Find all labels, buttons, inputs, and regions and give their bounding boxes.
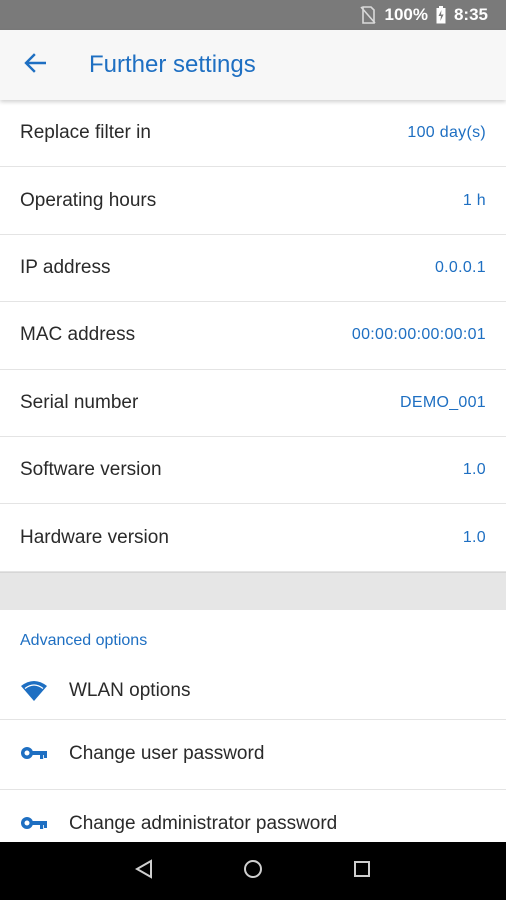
app-bar: Further settings <box>0 30 506 100</box>
info-value: 100 day(s) <box>407 124 486 142</box>
info-label: Operating hours <box>20 189 157 211</box>
triangle-back-icon <box>135 858 153 884</box>
square-recents-icon <box>353 860 371 883</box>
info-row-ip-address: IP address 0.0.0.1 <box>0 234 506 303</box>
section-divider <box>0 571 506 610</box>
page-title: Further settings <box>89 51 256 78</box>
key-icon <box>20 746 50 762</box>
info-row-mac-address: MAC address 00:00:00:00:00:01 <box>0 302 506 370</box>
back-nav-button[interactable] <box>124 851 164 891</box>
info-row-replace-filter: Replace filter in 100 day(s) <box>0 100 506 168</box>
status-bar: 100% 8:35 <box>0 0 506 30</box>
info-label: IP address <box>20 256 111 278</box>
info-value: 1.0 <box>462 461 486 479</box>
wifi-icon <box>20 680 50 702</box>
info-value: 0.0.0.1 <box>434 258 486 276</box>
info-value: DEMO_001 <box>400 393 486 411</box>
advanced-options-header: Advanced options <box>0 610 506 672</box>
info-row-serial-number: Serial number DEMO_001 <box>0 369 506 437</box>
key-icon <box>20 816 50 832</box>
home-nav-button[interactable] <box>233 851 273 891</box>
item-label: Change administrator password <box>69 813 338 835</box>
arrow-back-icon <box>24 52 47 78</box>
no-sim-icon <box>360 6 377 24</box>
info-row-hardware-version: Hardware version 1.0 <box>0 504 506 572</box>
change-admin-password-item[interactable]: Change administrator password <box>0 790 506 842</box>
item-label: WLAN options <box>69 680 191 702</box>
info-value: 1.0 <box>462 528 486 546</box>
info-label: Replace filter in <box>20 122 151 144</box>
settings-list[interactable]: Replace filter in 100 day(s) Operating h… <box>0 100 506 842</box>
info-label: Serial number <box>20 391 139 413</box>
back-button[interactable] <box>0 30 70 100</box>
battery-level: 100% <box>384 5 428 24</box>
info-value: 00:00:00:00:00:01 <box>351 326 486 344</box>
item-label: Change user password <box>69 743 265 765</box>
clock: 8:35 <box>453 5 488 24</box>
info-label: MAC address <box>20 324 136 346</box>
circle-home-icon <box>243 859 263 884</box>
info-label: Software version <box>20 459 162 481</box>
wlan-options-item[interactable]: WLAN options <box>0 664 506 720</box>
change-user-password-item[interactable]: Change user password <box>0 720 506 790</box>
recents-nav-button[interactable] <box>342 851 382 891</box>
battery-charging-icon <box>436 6 446 24</box>
info-value: 1 h <box>462 191 486 209</box>
info-row-software-version: Software version 1.0 <box>0 436 506 505</box>
info-row-operating-hours: Operating hours 1 h <box>0 167 506 235</box>
section-title: Advanced options <box>20 631 148 649</box>
navigation-bar <box>0 842 506 900</box>
info-label: Hardware version <box>20 526 169 548</box>
